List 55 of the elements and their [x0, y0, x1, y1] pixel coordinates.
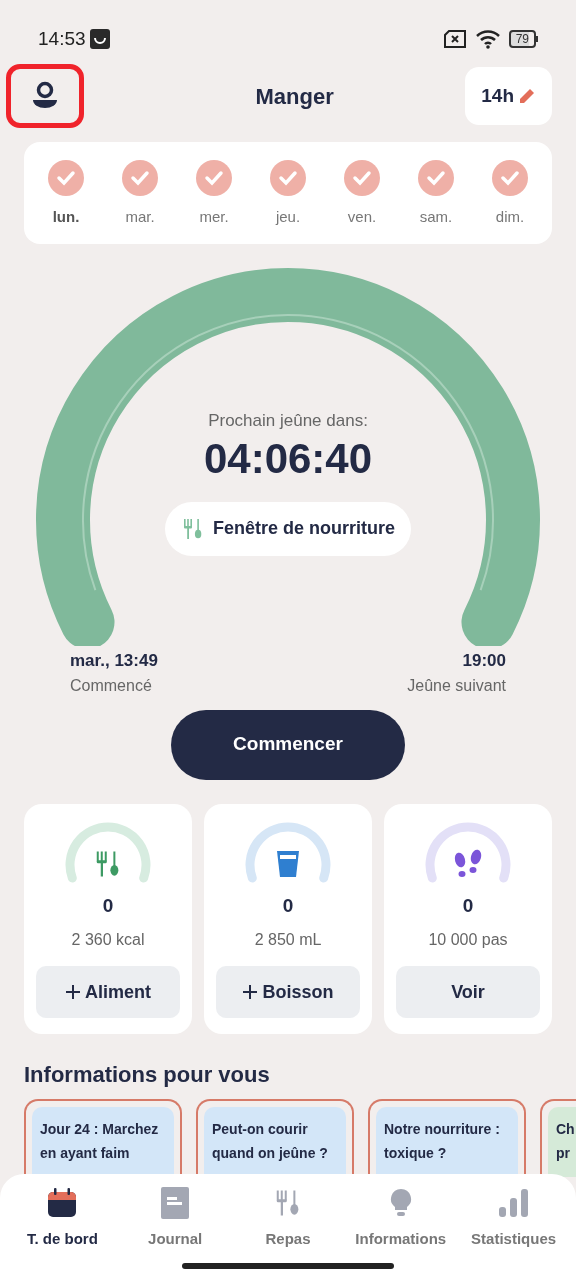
article-card[interactable]: Notre nourriture : toxique ?: [368, 1098, 526, 1177]
day-label[interactable]: mer.: [199, 206, 229, 229]
article-title: Peut-on courir quand on jeûne ?: [212, 1120, 328, 1161]
section-heading: Informations pour vous: [23, 1060, 271, 1089]
start-label: Commencé: [70, 675, 153, 696]
lightbulb-icon: [389, 1188, 412, 1218]
app-notification-icon: [89, 29, 110, 49]
sim-card-icon: [442, 30, 467, 48]
tracker-button[interactable]: Boisson: [216, 966, 360, 1018]
tracker-goal: 10 000 pas: [428, 930, 508, 950]
end-label: Jeûne suivant: [407, 675, 506, 696]
day-label[interactable]: mar.: [125, 206, 155, 229]
tracker-button[interactable]: Aliment: [36, 966, 180, 1018]
nav-tab[interactable]: Journal: [121, 1186, 230, 1251]
article-card[interactable]: Peut-on courir quand on jeûne ?: [196, 1098, 354, 1177]
start-button[interactable]: Commencer: [171, 709, 405, 780]
bar-chart-icon: [498, 1189, 529, 1217]
pencil-icon: [518, 87, 536, 105]
status-time: 14:53: [38, 26, 86, 51]
tracker-value: 0: [462, 893, 474, 918]
plus-icon: [242, 984, 259, 1000]
nav-tab[interactable]: Statistiques: [459, 1186, 568, 1251]
tracker-goal: 2 850 mL: [254, 930, 322, 950]
end-time: 19:00: [462, 650, 506, 672]
tracker-goal: 2 360 kcal: [71, 930, 145, 950]
countdown-timer: 04:06:40: [203, 433, 373, 484]
tracker-value: 0: [102, 893, 114, 918]
start-time: mar., 13:49: [70, 650, 158, 672]
tracker-value: 0: [282, 893, 294, 918]
article-title: Notre nourriture : toxique ?: [384, 1120, 500, 1161]
document-icon: [161, 1187, 190, 1219]
article-title: Jour 24 : Marchez en ayant faim: [40, 1120, 159, 1161]
calendar-icon: [47, 1188, 78, 1218]
next-fast-caption: Prochain jeûne dans:: [208, 410, 368, 432]
nav-tab[interactable]: Informations: [346, 1186, 455, 1251]
article-card[interactable]: Jour 24 : Marchez en ayant faim: [24, 1098, 182, 1177]
fasting-duration-button[interactable]: 14h: [465, 67, 552, 125]
nav-tab[interactable]: Repas: [234, 1186, 342, 1251]
glass-icon: [275, 848, 301, 879]
battery-indicator: 79: [508, 30, 538, 48]
screen-title: Manger: [255, 82, 334, 111]
day-label[interactable]: sam.: [419, 206, 453, 229]
plus-icon: [65, 984, 81, 1000]
day-label[interactable]: jeu.: [275, 206, 301, 229]
tracker-button[interactable]: Voir: [396, 966, 540, 1018]
article-card[interactable]: Ch pr: [540, 1098, 576, 1177]
day-label[interactable]: lun.: [52, 206, 80, 229]
nav-tab[interactable]: T. de bord: [8, 1186, 117, 1251]
wifi-icon: [474, 29, 501, 49]
article-title: Ch pr: [556, 1120, 575, 1161]
profile-icon: [30, 81, 60, 111]
profile-button[interactable]: [6, 64, 84, 128]
day-label[interactable]: ven.: [347, 206, 377, 229]
eating-window-label: Fenêtre de nourriture: [213, 517, 395, 540]
day-label[interactable]: dim.: [495, 206, 525, 229]
